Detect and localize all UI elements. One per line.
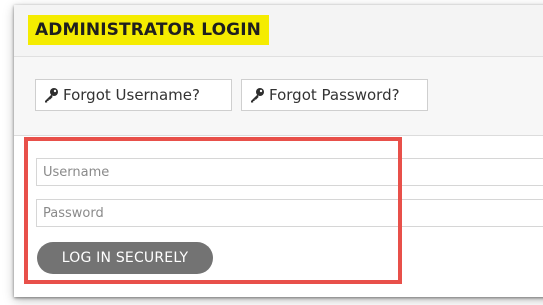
forgot-username-label: Forgot Username? <box>63 86 200 104</box>
forgot-password-label: Forgot Password? <box>269 86 400 104</box>
login-submit-button[interactable]: LOG IN SECURELY <box>37 242 213 274</box>
username-input[interactable] <box>36 158 543 186</box>
key-icon <box>251 88 264 103</box>
login-form: LOG IN SECURELY <box>14 136 543 297</box>
password-input[interactable] <box>36 199 543 227</box>
page-title: ADMINISTRATOR LOGIN <box>28 15 269 45</box>
forgot-username-button[interactable]: Forgot Username? <box>35 79 232 111</box>
forgot-password-button[interactable]: Forgot Password? <box>241 79 428 111</box>
admin-login-panel: ADMINISTRATOR LOGIN Forgot Username? For… <box>14 5 543 297</box>
recovery-links-bar: Forgot Username? Forgot Password? <box>14 57 543 136</box>
login-header: ADMINISTRATOR LOGIN <box>14 5 543 57</box>
key-icon <box>45 88 58 103</box>
